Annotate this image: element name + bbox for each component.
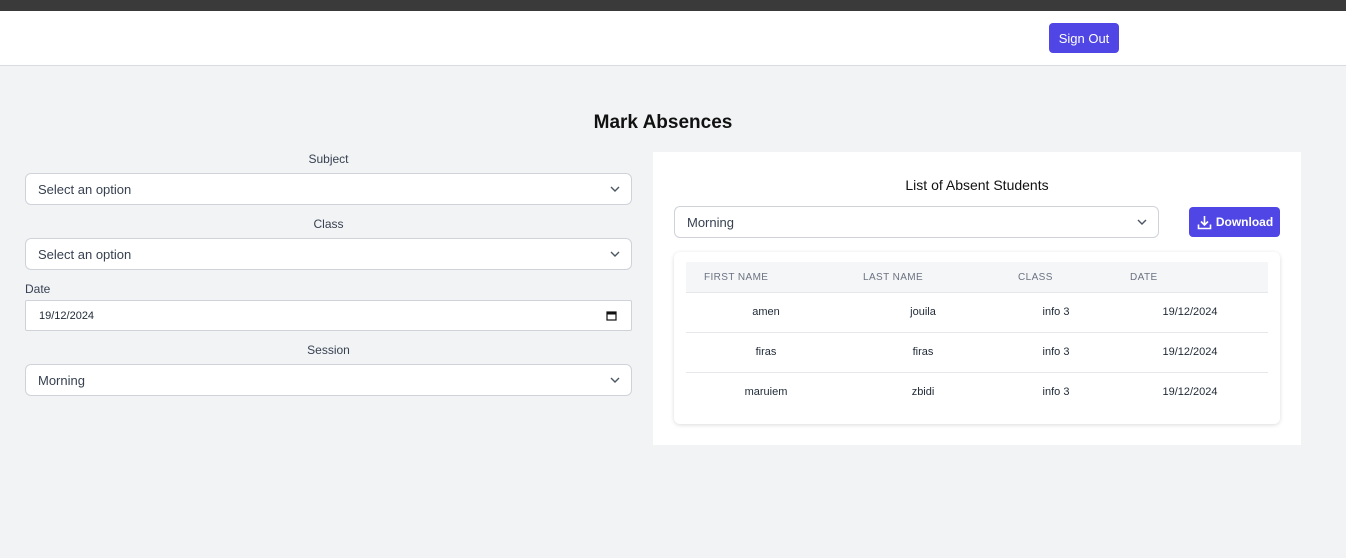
column-header-date: DATE — [1130, 272, 1158, 283]
chevron-down-icon — [610, 186, 620, 192]
cell-date: 19/12/2024 — [1162, 386, 1218, 398]
column-header-last-name: LAST NAME — [863, 272, 924, 283]
cell-class: info 3 — [1042, 306, 1070, 318]
chevron-down-icon — [1137, 219, 1147, 225]
download-button[interactable]: Download — [1189, 207, 1280, 237]
chevron-down-icon — [610, 377, 620, 383]
download-icon — [1197, 215, 1212, 229]
session-filter-select[interactable]: Morning — [674, 206, 1159, 238]
absent-students-table: FIRST NAME LAST NAME CLASS DATE amen jou… — [674, 252, 1280, 424]
sign-out-button[interactable]: Sign Out — [1049, 23, 1119, 53]
calendar-icon[interactable] — [606, 310, 617, 321]
cell-last-name: jouila — [910, 306, 936, 318]
class-select[interactable]: Select an option — [25, 238, 632, 270]
subject-select-value: Select an option — [38, 181, 132, 197]
cell-first-name: maruiem — [744, 386, 788, 398]
column-header-first-name: FIRST NAME — [704, 272, 769, 283]
chevron-down-icon — [610, 251, 620, 257]
session-filter-value: Morning — [687, 214, 734, 230]
date-input[interactable]: 19/12/2024 — [25, 300, 632, 331]
class-label: Class — [313, 217, 344, 231]
date-value: 19/12/2024 — [39, 309, 95, 322]
table-header: FIRST NAME LAST NAME CLASS DATE — [686, 262, 1268, 293]
session-select[interactable]: Morning — [25, 364, 632, 396]
absent-students-panel: List of Absent Students Morning Download… — [653, 152, 1301, 445]
cell-first-name: firas — [755, 346, 777, 358]
browser-top-strip — [0, 0, 1346, 11]
subject-select[interactable]: Select an option — [25, 173, 632, 205]
cell-class: info 3 — [1042, 386, 1070, 398]
table-row: maruiem zbidi info 3 19/12/2024 — [686, 373, 1268, 413]
page-title: Mark Absences — [593, 112, 733, 133]
cell-date: 19/12/2024 — [1162, 306, 1218, 318]
download-label: Download — [1215, 215, 1274, 229]
subject-label: Subject — [308, 152, 349, 166]
session-select-value: Morning — [38, 372, 85, 388]
table-row: firas firas info 3 19/12/2024 — [686, 333, 1268, 373]
cell-class: info 3 — [1042, 346, 1070, 358]
session-label: Session — [307, 343, 350, 357]
table-row: amen jouila info 3 19/12/2024 — [686, 293, 1268, 333]
date-label: Date — [25, 282, 51, 296]
class-select-value: Select an option — [38, 246, 132, 262]
cell-last-name: zbidi — [911, 386, 935, 398]
app-header: Sign Out — [0, 11, 1346, 66]
cell-date: 19/12/2024 — [1162, 346, 1218, 358]
cell-last-name: firas — [912, 346, 934, 358]
absent-list-title: List of Absent Students — [905, 177, 1049, 193]
cell-first-name: amen — [752, 306, 780, 318]
column-header-class: CLASS — [1018, 272, 1053, 283]
